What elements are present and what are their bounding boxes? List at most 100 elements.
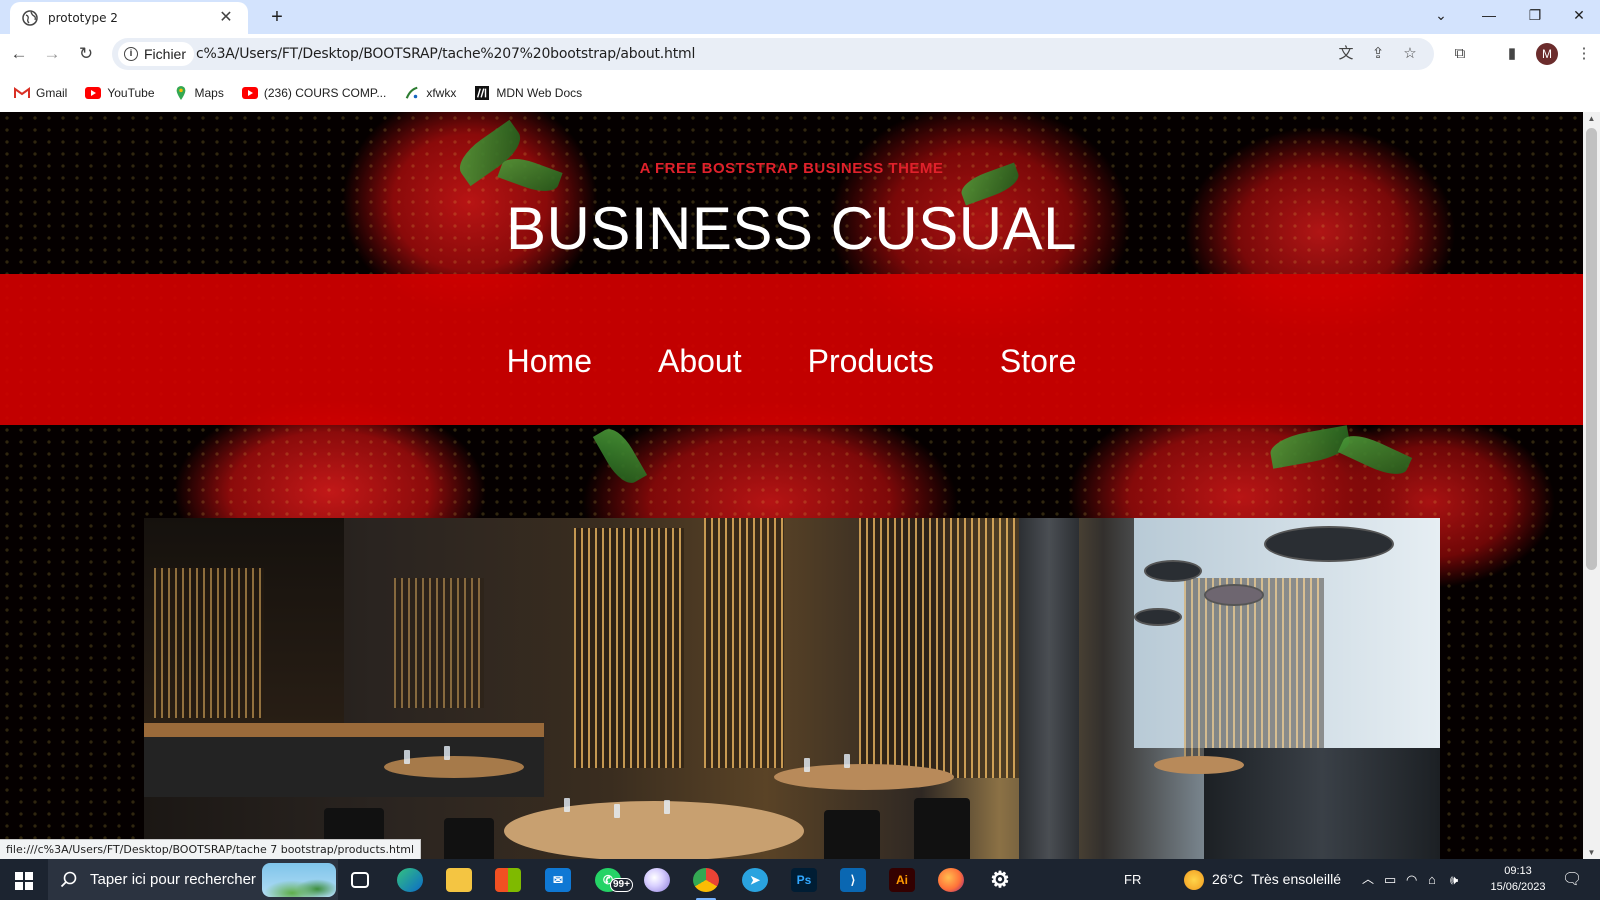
maps-icon [176,86,185,100]
photo-chair [914,798,970,859]
avatar[interactable]: M [1536,43,1558,65]
bookmark-maps[interactable]: Maps [173,86,224,100]
side-panel-icon[interactable]: ▮ [1500,42,1524,66]
windows-logo-icon [15,872,23,880]
nav-store[interactable]: Store [1000,343,1076,380]
main-navbar: Home About Products Store [0,274,1583,425]
photo-chair [824,810,880,859]
vscode-icon[interactable]: ⟩ [833,864,873,896]
nav-home[interactable]: Home [507,343,592,380]
settings-icon[interactable]: ⚙ [980,864,1020,896]
store-icon[interactable] [488,864,528,896]
back-button[interactable]: ← [5,40,33,68]
sun-icon [1184,869,1204,890]
volume-icon[interactable]: 🕪 [1450,859,1458,900]
forward-button[interactable]: → [38,40,66,68]
site-info-label: Fichier [144,46,187,62]
chevron-up-icon[interactable]: ︿ [1362,859,1374,900]
menu-icon[interactable]: ⋮ [1572,42,1596,66]
browser-tab[interactable]: prototype 2 ✕ [10,2,248,34]
extensions-icon[interactable]: ⧉ [1448,42,1472,66]
restore-button[interactable]: ❐ [1512,0,1558,30]
photo-glass [404,750,410,764]
bookmark-mdn[interactable]: MDN Web Docs [474,86,582,100]
photo-glass [664,800,670,814]
photo-chair [444,818,494,859]
notification-badge: 99+ [610,878,633,892]
bookmark-cours[interactable]: (236) COURS COMP... [241,86,387,100]
photo-glass [614,804,620,818]
photo-gold-slats [704,518,784,768]
info-icon: i [124,47,138,61]
nav-products[interactable]: Products [808,343,934,380]
photo-wine-rack [394,578,484,708]
translate-icon[interactable]: 文 [1334,42,1358,66]
minimize-button[interactable]: — [1466,0,1512,30]
tab-search-icon[interactable]: ⌄ [1418,0,1464,30]
battery-icon[interactable]: ▭ [1384,859,1396,900]
bookmark-gmail[interactable]: Gmail [14,86,67,100]
photo-wine-rack [154,568,264,718]
task-view-icon[interactable] [340,864,380,896]
photoshop-icon[interactable]: Ps [784,864,824,896]
browser-toolbar: ← → ↻ i Fichier c%3A/Users/FT/Desktop/BO… [0,34,1600,74]
weather-text: Très ensoleillé [1251,871,1342,887]
scroll-down-icon[interactable]: ▼ [1583,848,1600,857]
bookmark-label: MDN Web Docs [496,86,583,100]
bookmark-youtube[interactable]: YouTube [85,86,155,100]
site-title: BUSINESS CUSUAL [506,195,1077,262]
new-tab-button[interactable]: + [264,5,290,31]
close-window-button[interactable]: ✕ [1556,0,1600,30]
scrollbar-thumb[interactable] [1586,128,1597,570]
mdn-icon [475,86,490,100]
telegram-icon[interactable]: ➤ [735,864,775,896]
site-info-chip[interactable]: i Fichier [118,42,195,66]
leaf-decoration [1337,428,1413,482]
whatsapp-icon[interactable]: ✆ 99+ [588,864,633,896]
chrome-icon[interactable] [686,864,726,900]
firefox-icon[interactable] [931,864,971,896]
mail-icon[interactable]: ✉ [538,864,578,896]
paint-icon[interactable] [637,864,677,896]
file-explorer-icon[interactable] [439,864,479,896]
photo-glass [844,754,850,768]
url-text[interactable]: c%3A/Users/FT/Desktop/BOOTSRAP/tache%207… [196,38,695,70]
nav-links: Home About Products Store [0,274,1583,425]
wifi-icon[interactable]: ◠ [1406,859,1417,900]
bookmark-label: (236) COURS COMP... [263,86,387,100]
photo-pillar [1019,518,1079,859]
windows-taskbar: Taper ici pour rechercher ✉ ✆ 99+ ➤ Ps ⟩… [0,859,1600,900]
clock-time: 09:13 [1504,865,1532,877]
photo-table [774,764,954,790]
illustrator-icon[interactable]: Ai [882,864,922,896]
clock-date: 15/06/2023 [1490,881,1546,893]
bookmark-star-icon[interactable]: ☆ [1398,42,1422,66]
scroll-up-icon[interactable]: ▲ [1583,114,1600,123]
bookmark-xfwkx[interactable]: xfwkx [404,86,456,100]
address-bar[interactable]: i Fichier c%3A/Users/FT/Desktop/BOOTSRAP… [112,38,1434,70]
language-indicator[interactable]: FR [1124,859,1141,900]
bookmark-label: Maps [194,86,224,100]
close-tab-icon[interactable]: ✕ [216,8,236,28]
nav-about[interactable]: About [658,343,742,380]
photo-hanging-pan [1134,608,1182,626]
system-clock[interactable]: 09:13 15/06/2023 [1478,863,1558,895]
weather-widget[interactable]: 26°C Très ensoleillé [1184,859,1341,900]
weather-temp: 26°C [1212,871,1244,887]
leaf-decoration [592,423,648,489]
photo-hanging-pan [1144,560,1202,582]
device-icon[interactable]: ⌂ [1428,859,1436,900]
photo-hanging-pan [1204,584,1264,606]
start-button[interactable] [0,859,48,900]
notifications-icon[interactable]: 🗨 [1562,859,1582,900]
page-viewport: A FREE BOSTSTRAP BUSINESS THEME BUSINESS… [0,112,1583,859]
reload-button[interactable]: ↻ [72,40,100,68]
xfwkx-icon [406,86,418,99]
edge-icon[interactable] [390,864,430,896]
share-icon[interactable]: ⇪ [1366,42,1390,66]
vertical-scrollbar[interactable]: ▲ ▼ [1583,112,1600,859]
search-highlight-image[interactable] [262,863,336,897]
youtube-icon [241,87,258,99]
photo-hanging-pan [1264,526,1394,562]
windows-logo-icon [25,882,33,890]
